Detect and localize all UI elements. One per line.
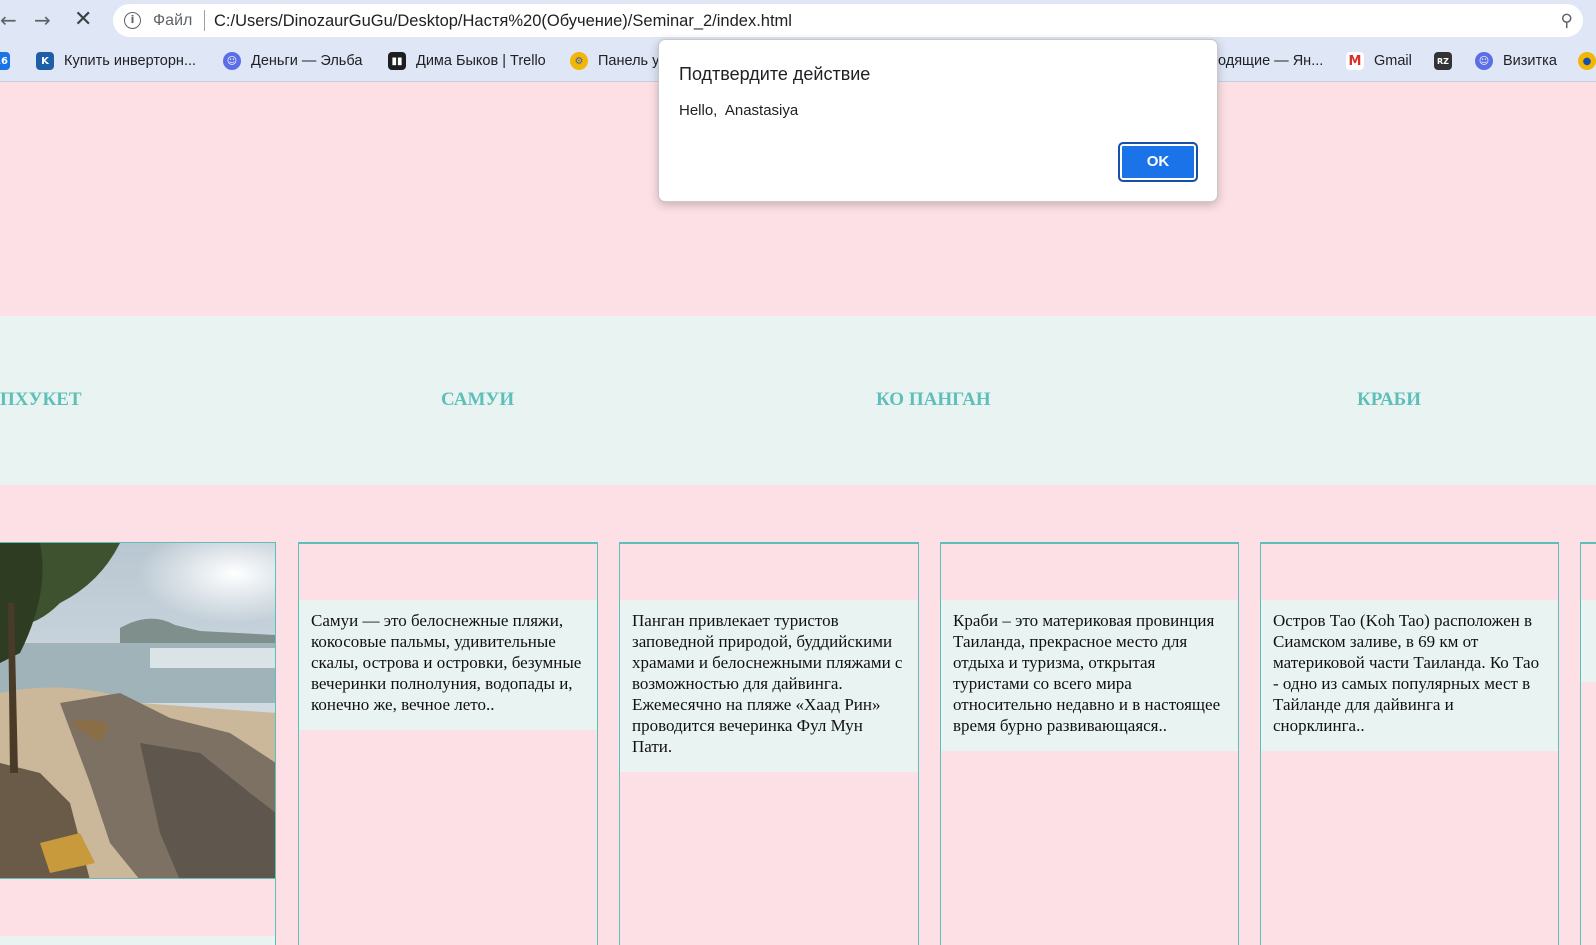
- card-samui: Самуи — это белоснежные пляжи, кокосовые…: [298, 542, 598, 945]
- address-bar[interactable]: i Файл C:/Users/DinozaurGuGu/Desktop/Нас…: [113, 4, 1583, 37]
- nav-link-ko-phangan[interactable]: КО ПАНГАН: [876, 388, 991, 412]
- irz-bookmark[interactable]: RZ: [1434, 50, 1462, 72]
- bookmark-item[interactable]: ☺ Деньги — Эльба: [223, 50, 362, 72]
- trello-icon: ▮▮: [388, 52, 406, 70]
- nav-link-phuket[interactable]: ПХУКЕТ: [0, 388, 82, 412]
- islands-nav: ПХУКЕТ САМУИ КО ПАНГАН КРАБИ: [0, 316, 1596, 485]
- bookmark-item[interactable]: M Gmail: [1346, 50, 1412, 72]
- overflow-bookmark[interactable]: ●: [1578, 50, 1596, 72]
- calendar-icon: 16: [0, 52, 10, 70]
- beach-photo: [0, 542, 276, 879]
- browser-toolbar: ← → ✕ i Файл C:/Users/DinozaurGuGu/Deskt…: [0, 0, 1596, 41]
- card-description: Остров Тао (Koh Tao) расположен в Сиамск…: [1261, 600, 1558, 751]
- file-scheme-label: Файл: [153, 12, 193, 29]
- k-icon: K: [36, 52, 54, 70]
- bookmark-label: Панель у: [598, 53, 660, 69]
- url-text[interactable]: C:/Users/DinozaurGuGu/Desktop/Настя%20(О…: [214, 11, 792, 31]
- card-description: Самуи — это белоснежные пляжи, кокосовые…: [299, 600, 597, 730]
- card-ko-phangan: Панган привлекает туристов заповедной пр…: [619, 542, 919, 945]
- card-krabi: Краби – это материковая провинция Таилан…: [940, 542, 1239, 945]
- elba-icon: ☺: [223, 52, 241, 70]
- card-description: Панган привлекает туристов заповедной пр…: [620, 600, 918, 772]
- address-separator: [204, 10, 205, 31]
- bookmark-label: одящие — Ян...: [1218, 53, 1324, 69]
- bookmark-item[interactable]: одящие — Ян...: [1218, 50, 1323, 72]
- card-description: [1581, 600, 1596, 682]
- ok-button[interactable]: OK: [1118, 142, 1198, 182]
- back-arrow-icon[interactable]: ←: [0, 8, 17, 32]
- vizitka-icon: ☺: [1475, 52, 1493, 70]
- dialog-title: Подтвердите действие: [679, 64, 871, 84]
- zoom-icon[interactable]: ⚲: [1561, 11, 1573, 31]
- info-icon[interactable]: i: [124, 12, 141, 29]
- bookmark-label: Визитка: [1503, 53, 1557, 69]
- photo-card-text-band: [0, 936, 276, 945]
- nav-link-samui[interactable]: САМУИ: [441, 388, 514, 412]
- card-description: Краби – это материковая провинция Таилан…: [941, 600, 1238, 751]
- bookmark-item[interactable]: ⚙ Панель у: [570, 50, 659, 72]
- bookmark-item[interactable]: ☺ Визитка: [1475, 50, 1557, 72]
- card-koh-tao: Остров Тао (Koh Tao) расположен в Сиамск…: [1260, 542, 1559, 945]
- bookmark-label: Купить инверторн...: [64, 53, 197, 69]
- calendar-bookmark[interactable]: 16: [0, 50, 20, 72]
- forward-arrow-icon[interactable]: →: [34, 8, 51, 32]
- stop-loading-icon[interactable]: ✕: [74, 8, 92, 32]
- panel-icon: ⚙: [570, 52, 588, 70]
- beach-image: [0, 543, 275, 878]
- bookmark-item[interactable]: K Купить инверторн...: [36, 50, 196, 72]
- bookmark-item[interactable]: ▮▮ Дима Быков | Trello: [388, 50, 546, 72]
- gmail-icon: M: [1346, 52, 1364, 70]
- overflow-bookmark-icon: ●: [1578, 52, 1596, 70]
- irz-icon: RZ: [1434, 52, 1452, 70]
- card-partial: [1580, 542, 1596, 945]
- nav-link-krabi[interactable]: КРАБИ: [1357, 388, 1421, 412]
- dialog-message: Hello, Anastasiya: [679, 102, 799, 119]
- bookmark-label: Дима Быков | Trello: [416, 53, 546, 69]
- confirm-dialog: Подтвердите действие Hello, Anastasiya O…: [658, 39, 1218, 202]
- bookmark-label: Gmail: [1374, 53, 1412, 69]
- bookmark-label: Деньги — Эльба: [251, 53, 363, 69]
